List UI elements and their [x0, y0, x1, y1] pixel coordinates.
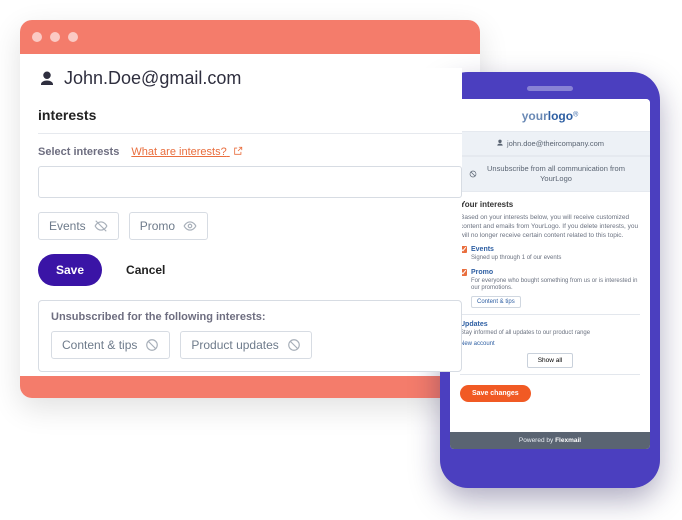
chip-label: Content & tips: [62, 338, 137, 352]
interest-desc: Signed up through 1 of our events: [471, 255, 640, 263]
phone-screen: yourlogo® john.doe@theircompany.com Unsu…: [450, 99, 650, 449]
ban-icon: [145, 338, 159, 352]
phone-email-row: john.doe@theircompany.com: [450, 131, 650, 156]
account-email-text: John.Doe@gmail.com: [64, 68, 241, 89]
external-link-icon: [233, 146, 243, 156]
window-dot: [50, 32, 60, 42]
interest-desc: For everyone who bought something from u…: [471, 278, 640, 294]
browser-window: John.Doe@gmail.com interests Select inte…: [20, 20, 480, 398]
eye-icon: [183, 219, 197, 233]
chip-content-tips[interactable]: Content & tips: [51, 331, 170, 359]
chip-promo[interactable]: Promo: [129, 212, 208, 240]
sub-interest-tag[interactable]: Content & tips: [471, 296, 521, 308]
unsubscribe-all-button[interactable]: Unsubscribe from all communication from …: [450, 156, 650, 192]
brand-logo: yourlogo®: [450, 99, 650, 131]
interests-desc: Based on your interests below, you will …: [460, 213, 640, 240]
window-dot: [68, 32, 78, 42]
footer-strip: [20, 376, 480, 398]
chip-label: Product updates: [191, 338, 278, 352]
interests-select[interactable]: [38, 166, 462, 198]
save-button[interactable]: Save: [38, 254, 102, 286]
unsubscribed-box: Unsubscribed for the following interests…: [38, 300, 462, 372]
interest-item: Promo For everyone who bought something …: [460, 269, 640, 309]
section-title: interests: [38, 107, 462, 123]
ban-icon: [469, 170, 477, 178]
user-icon: [496, 139, 504, 147]
new-account-link[interactable]: New account: [460, 341, 640, 347]
user-icon: [38, 70, 56, 88]
phone-speaker: [527, 86, 573, 91]
cancel-button[interactable]: Cancel: [120, 262, 171, 278]
ban-icon: [287, 338, 301, 352]
save-changes-button[interactable]: Save changes: [460, 385, 531, 402]
window-dot: [32, 32, 42, 42]
interest-name[interactable]: Promo: [471, 269, 493, 276]
unsub-title: Unsubscribed for the following interests…: [51, 311, 449, 323]
eye-off-icon: [94, 219, 108, 233]
chip-label: Events: [49, 219, 86, 233]
interest-item: Events Signed up through 1 of our events: [460, 246, 640, 263]
interests-heading: Your interests: [460, 200, 640, 209]
divider: [38, 133, 462, 134]
account-email: John.Doe@gmail.com: [38, 68, 462, 89]
select-interests-label: Select interests: [38, 146, 119, 158]
interest-item: Updates Stay informed of all updates to …: [460, 321, 640, 347]
show-all-button[interactable]: Show all: [527, 353, 574, 368]
chip-label: Promo: [140, 219, 175, 233]
help-link[interactable]: What are interests?: [131, 146, 242, 158]
divider: [460, 374, 640, 375]
interest-name[interactable]: Updates: [460, 321, 488, 328]
chip-events[interactable]: Events: [38, 212, 119, 240]
phone-mockup: yourlogo® john.doe@theircompany.com Unsu…: [440, 72, 660, 488]
interest-name[interactable]: Events: [471, 246, 494, 253]
chip-product-updates[interactable]: Product updates: [180, 331, 311, 359]
interest-desc: Stay informed of all updates to our prod…: [460, 330, 640, 338]
active-interests: Events Promo: [38, 212, 462, 240]
divider: [460, 314, 640, 315]
titlebar: [20, 20, 480, 54]
powered-by-footer: Powered by Flexmail: [450, 432, 650, 449]
